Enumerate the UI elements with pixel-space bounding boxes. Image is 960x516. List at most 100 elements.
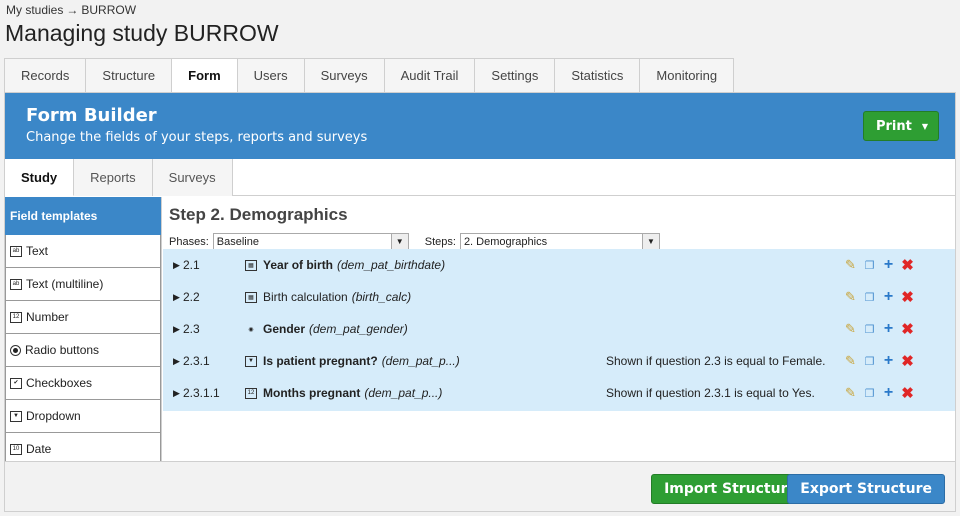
- template-text[interactable]: ab Text: [5, 235, 161, 268]
- edit-pencil-icon[interactable]: ✎: [843, 321, 858, 337]
- dropdown-icon: ▼: [245, 355, 257, 367]
- import-structure-button[interactable]: Import Structure: [651, 474, 810, 504]
- field-actions: ✎ ❐ + ✖: [843, 288, 915, 306]
- field-name: Gender: [263, 322, 306, 336]
- phases-value: Baseline: [216, 235, 259, 248]
- move-add-icon[interactable]: +: [881, 384, 896, 401]
- field-row[interactable]: ▶ 2.3 ◉ Gender (dem_pat_gender) ✎ ❐ + ✖: [163, 313, 955, 345]
- expand-triangle-icon[interactable]: ▶: [173, 388, 180, 399]
- export-structure-button[interactable]: Export Structure: [787, 474, 945, 504]
- form-builder-banner: Form Builder Change the fields of your s…: [5, 93, 955, 159]
- breadcrumb: My studies → BURROW: [6, 3, 136, 17]
- move-add-icon[interactable]: +: [881, 352, 896, 369]
- field-number: 2.3.1: [183, 354, 210, 368]
- steps-value: 2. Demographics: [463, 235, 548, 248]
- phases-label: Phases:: [169, 235, 209, 248]
- template-label: Radio buttons: [25, 343, 100, 357]
- template-radio-buttons[interactable]: Radio buttons: [5, 334, 161, 367]
- number-icon: 12: [10, 311, 22, 323]
- tab-statistics[interactable]: Statistics: [555, 58, 641, 93]
- field-name: Months pregnant: [263, 386, 361, 400]
- field-number: 2.3.1.1: [183, 386, 220, 400]
- template-label: Text (multiline): [26, 277, 104, 291]
- phases-select[interactable]: Baseline ▼: [212, 233, 409, 250]
- radio-icon: ◉: [248, 326, 254, 333]
- template-dropdown[interactable]: ▼ Dropdown: [5, 400, 161, 433]
- date-icon: 10: [10, 443, 22, 455]
- delete-icon[interactable]: ✖: [900, 289, 915, 306]
- field-actions: ✎ ❐ + ✖: [843, 384, 915, 402]
- field-row[interactable]: ▶ 2.1 ▦ Year of birth (dem_pat_birthdate)…: [163, 249, 955, 281]
- calculation-icon: ▦: [245, 291, 257, 303]
- calendar-icon: ▦: [245, 259, 257, 271]
- chevron-down-icon: ▼: [390, 234, 408, 249]
- subtab-surveys[interactable]: Surveys: [152, 159, 233, 196]
- template-date[interactable]: 10 Date: [5, 433, 161, 461]
- copy-icon[interactable]: ❐: [862, 386, 877, 401]
- edit-pencil-icon[interactable]: ✎: [843, 289, 858, 305]
- move-add-icon[interactable]: +: [881, 288, 896, 305]
- field-row[interactable]: ▶ 2.3.1.1 12 Months pregnant (dem_pat_p..…: [163, 377, 955, 409]
- steps-label: Steps:: [424, 235, 456, 248]
- move-add-icon[interactable]: +: [881, 256, 896, 273]
- expand-triangle-icon[interactable]: ▶: [173, 324, 180, 335]
- footer-bar: Import Structure Export Structure: [5, 461, 955, 511]
- caret-down-icon: ▼: [921, 121, 928, 131]
- expand-triangle-icon[interactable]: ▶: [173, 260, 180, 271]
- edit-pencil-icon[interactable]: ✎: [843, 385, 858, 401]
- tab-users[interactable]: Users: [237, 58, 305, 93]
- expand-triangle-icon[interactable]: ▶: [173, 292, 180, 303]
- field-name: Is patient pregnant?: [263, 354, 378, 368]
- print-button[interactable]: Print ▼: [862, 111, 939, 141]
- copy-icon[interactable]: ❐: [862, 258, 877, 273]
- sub-tabs: Study Reports Surveys: [5, 159, 955, 196]
- tab-monitoring[interactable]: Monitoring: [640, 58, 735, 93]
- tab-settings[interactable]: Settings: [475, 58, 556, 93]
- field-actions: ✎ ❐ + ✖: [843, 352, 915, 370]
- template-label: Dropdown: [26, 409, 81, 423]
- move-add-icon[interactable]: +: [881, 320, 896, 337]
- tab-surveys[interactable]: Surveys: [304, 58, 385, 93]
- edit-pencil-icon[interactable]: ✎: [843, 353, 858, 369]
- copy-icon[interactable]: ❐: [862, 290, 877, 305]
- field-actions: ✎ ❐ + ✖: [843, 320, 915, 338]
- delete-icon[interactable]: ✖: [900, 321, 915, 338]
- delete-icon[interactable]: ✖: [900, 257, 915, 274]
- field-row[interactable]: ▶ 2.3.1 ▼ Is patient pregnant? (dem_pat_p…: [163, 345, 955, 377]
- tab-form[interactable]: Form: [172, 58, 238, 93]
- delete-icon[interactable]: ✖: [900, 353, 915, 370]
- field-label: Is patient pregnant? (dem_pat_p...): [263, 354, 460, 368]
- step-title: Step 2. Demographics: [169, 205, 348, 224]
- field-variable: (dem_pat_birthdate): [337, 258, 446, 272]
- field-actions: ✎ ❐ + ✖: [843, 256, 915, 274]
- field-variable: (dem_pat_gender): [309, 322, 408, 336]
- edit-pencil-icon[interactable]: ✎: [843, 257, 858, 273]
- expand-triangle-icon[interactable]: ▶: [173, 356, 180, 367]
- field-variable: (birth_calc): [351, 290, 412, 304]
- field-variable: (dem_pat_p...): [381, 354, 460, 368]
- text-multiline-icon: ab: [10, 278, 22, 290]
- field-templates-heading: Field templates: [5, 197, 161, 235]
- tab-audit-trail[interactable]: Audit Trail: [384, 58, 476, 93]
- field-row[interactable]: ▶ 2.2 ▦ Birth calculation (birth_calc) ✎ …: [163, 281, 955, 313]
- tab-structure[interactable]: Structure: [86, 58, 173, 93]
- copy-icon[interactable]: ❐: [862, 322, 877, 337]
- template-checkboxes[interactable]: ✔ Checkboxes: [5, 367, 161, 400]
- tab-records[interactable]: Records: [4, 58, 87, 93]
- step-editor: Step 2. Demographics Phases: Baseline ▼ …: [163, 197, 955, 461]
- delete-icon[interactable]: ✖: [900, 385, 915, 402]
- steps-select[interactable]: 2. Demographics ▼: [459, 233, 660, 250]
- field-name: Year of birth: [263, 258, 334, 272]
- template-label: Checkboxes: [26, 376, 93, 390]
- banner-subtitle: Change the fields of your steps, reports…: [26, 130, 368, 145]
- subtab-reports[interactable]: Reports: [74, 159, 153, 196]
- template-number[interactable]: 12 Number: [5, 301, 161, 334]
- template-label: Text: [26, 244, 49, 258]
- template-text-multiline[interactable]: ab Text (multiline): [5, 268, 161, 301]
- copy-icon[interactable]: ❐: [862, 354, 877, 369]
- subtab-study[interactable]: Study: [5, 159, 75, 196]
- template-label: Date: [26, 442, 52, 456]
- breadcrumb-my-studies[interactable]: My studies: [6, 3, 63, 17]
- field-number: 2.3: [183, 322, 200, 336]
- text-icon: ab: [10, 245, 22, 257]
